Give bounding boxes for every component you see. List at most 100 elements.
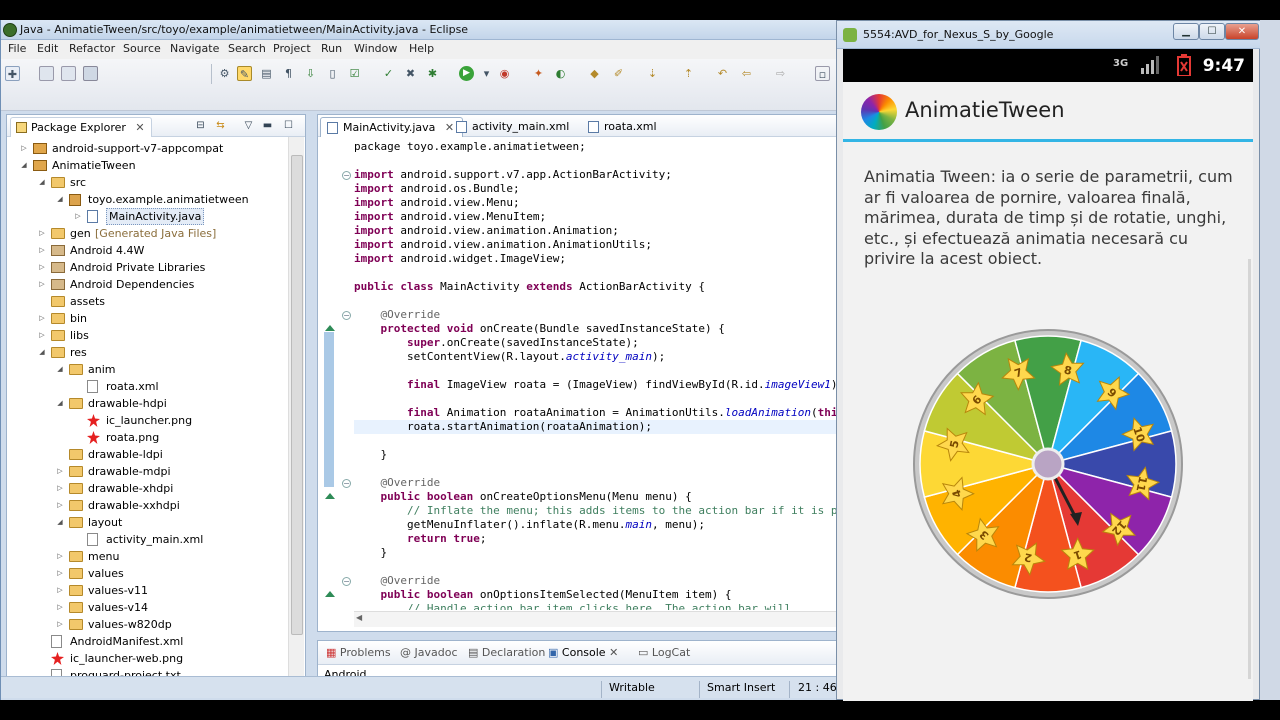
tab-activity-main-xml[interactable]: activity_main.xml xyxy=(450,117,577,137)
collapsed-twisty-icon[interactable]: ▷ xyxy=(37,310,47,327)
menu-project[interactable]: Project xyxy=(273,42,311,55)
expanded-twisty-icon[interactable]: ◢ xyxy=(37,344,47,361)
tree-item[interactable]: ◢ drawable-hdpi xyxy=(7,395,287,412)
save-icon[interactable] xyxy=(39,66,54,81)
menu-edit[interactable]: Edit xyxy=(37,42,58,55)
close-icon[interactable]: ✕ xyxy=(135,121,144,134)
package-explorer-tab[interactable]: Package Explorer ✕ xyxy=(10,117,152,137)
tree-item[interactable]: ◢ res xyxy=(7,344,287,361)
save-all-icon[interactable] xyxy=(61,66,76,81)
menu-source[interactable]: Source xyxy=(123,42,161,55)
eclipse-title-bar[interactable]: Java - AnimatieTween/src/toyo/example/an… xyxy=(1,20,841,40)
tree-item[interactable]: ◢ AnimatieTween xyxy=(7,157,287,174)
tree-item[interactable]: ▷ Android Private Libraries xyxy=(7,259,287,276)
collapsed-twisty-icon[interactable]: ▷ xyxy=(55,582,65,599)
tree-item[interactable]: ▷ menu xyxy=(7,548,287,565)
expanded-twisty-icon[interactable]: ◢ xyxy=(55,514,65,531)
run-icon[interactable]: ▶ xyxy=(459,66,474,81)
maximize-button[interactable]: ☐ xyxy=(1199,23,1225,40)
close-icon[interactable]: ✕ xyxy=(609,646,618,659)
expanded-twisty-icon[interactable]: ◢ xyxy=(55,395,65,412)
tree-item[interactable]: ▷ Android Dependencies xyxy=(7,276,287,293)
collapsed-twisty-icon[interactable]: ▷ xyxy=(37,242,47,259)
collapsed-twisty-icon[interactable]: ▷ xyxy=(37,259,47,276)
status-insert-mode[interactable]: Smart Insert xyxy=(707,681,775,694)
menu-file[interactable]: File xyxy=(8,42,26,55)
lint-icon[interactable]: ✓ xyxy=(381,66,396,81)
tree-item[interactable]: assets xyxy=(7,293,287,310)
tree-item[interactable]: roata.xml xyxy=(7,378,287,395)
close-button[interactable]: ✕ xyxy=(1225,23,1259,40)
print-icon[interactable] xyxy=(83,66,98,81)
new-java-project-icon[interactable]: ✦ xyxy=(531,66,546,81)
back-icon[interactable]: ⇦ xyxy=(739,66,754,81)
minimize-button[interactable]: ▁ xyxy=(1173,23,1199,40)
tab-javadoc[interactable]: @ Javadoc xyxy=(400,646,458,659)
fold-icon[interactable]: − xyxy=(342,479,351,488)
tree-item[interactable]: ▷ Android 4.4W xyxy=(7,242,287,259)
show-whitespace-icon[interactable]: ▤ xyxy=(259,66,274,81)
tab-logcat[interactable]: ▭ LogCat xyxy=(638,646,690,659)
roata-wheel-image[interactable]: 1234567 89101112 xyxy=(913,329,1183,599)
collapsed-twisty-icon[interactable]: ▷ xyxy=(55,565,65,582)
next-annotation-icon[interactable]: ⇩ xyxy=(303,66,318,81)
android-sdk-icon[interactable]: ⚙ xyxy=(217,66,232,81)
fold-icon[interactable]: − xyxy=(342,311,351,320)
view-menu-icon[interactable]: ▽ xyxy=(242,119,255,132)
wrench-icon[interactable]: ✖ xyxy=(403,66,418,81)
tab-mainactivity-java[interactable]: MainActivity.java ✕ xyxy=(320,117,464,137)
debug-icon[interactable]: ✱ xyxy=(425,66,440,81)
package-explorer-scrollbar[interactable] xyxy=(288,137,304,696)
tree-item[interactable]: ic_launcher-web.png xyxy=(7,650,287,667)
tree-item[interactable]: ic_launcher.png xyxy=(7,412,287,429)
tree-item[interactable]: ▷ libs xyxy=(7,327,287,344)
tree-item[interactable]: ◢ toyo.example.animatietween xyxy=(7,191,287,208)
emulator-title-bar[interactable]: 5554:AVD_for_Nexus_S_by_Google ▁ ☐ ✕ xyxy=(837,21,1261,49)
collapsed-twisty-icon[interactable]: ▷ xyxy=(55,497,65,514)
tree-item[interactable]: ▷ gen [Generated Java Files] xyxy=(7,225,287,242)
menu-window[interactable]: Window xyxy=(354,42,397,55)
editor-horizontal-scrollbar[interactable]: ◀ xyxy=(354,611,842,627)
minimize-icon[interactable]: ▬ xyxy=(261,119,274,132)
run-dropdown-icon[interactable]: ▾ xyxy=(479,66,494,81)
expanded-twisty-icon[interactable]: ◢ xyxy=(55,191,65,208)
collapsed-twisty-icon[interactable]: ▷ xyxy=(37,276,47,293)
tree-item[interactable]: ▷ values-w820dp xyxy=(7,616,287,633)
search-icon[interactable]: ✐ xyxy=(611,66,626,81)
scrollbar-thumb[interactable] xyxy=(291,155,303,635)
forward-icon[interactable]: ⇨ xyxy=(773,66,788,81)
collapse-all-icon[interactable]: ⊟ xyxy=(194,119,207,132)
tree-item[interactable]: ▷ drawable-xhdpi xyxy=(7,480,287,497)
tree-item[interactable]: ▷ drawable-mdpi xyxy=(7,463,287,480)
collapsed-twisty-icon[interactable]: ▷ xyxy=(55,548,65,565)
collapsed-twisty-icon[interactable]: ▷ xyxy=(37,225,47,242)
toggle-mark-icon[interactable]: ✎ xyxy=(237,66,252,81)
tree-item[interactable]: ▷ bin xyxy=(7,310,287,327)
tree-item[interactable]: ▷ drawable-xxhdpi xyxy=(7,497,287,514)
collapsed-twisty-icon[interactable]: ▷ xyxy=(55,463,65,480)
tree-item[interactable]: ▷ android-support-v7-appcompat xyxy=(7,140,287,157)
menu-search[interactable]: Search xyxy=(228,42,266,55)
tab-console[interactable]: ▣ Console ✕ xyxy=(548,646,618,659)
next-edit-icon[interactable]: ⇣ xyxy=(645,66,660,81)
tab-problems[interactable]: ▦ Problems xyxy=(326,646,391,659)
tree-item[interactable]: drawable-ldpi xyxy=(7,446,287,463)
check-icon[interactable]: ☑ xyxy=(347,66,362,81)
code-area[interactable]: package toyo.example.animatietween; impor… xyxy=(354,137,842,610)
new-class-icon[interactable]: ◐ xyxy=(553,66,568,81)
open-perspective-icon[interactable]: ▫ xyxy=(815,66,830,81)
external-tools-icon[interactable]: ◉ xyxy=(497,66,512,81)
menu-help[interactable]: Help xyxy=(409,42,434,55)
tree-item[interactable]: ▷ values-v14 xyxy=(7,599,287,616)
expanded-twisty-icon[interactable]: ◢ xyxy=(55,361,65,378)
avd-manager-icon[interactable]: ▯ xyxy=(325,66,340,81)
expanded-twisty-icon[interactable]: ◢ xyxy=(19,157,29,174)
menu-navigate[interactable]: Navigate xyxy=(170,42,219,55)
menu-run[interactable]: Run xyxy=(321,42,342,55)
collapsed-twisty-icon[interactable]: ▷ xyxy=(19,140,29,157)
collapsed-twisty-icon[interactable]: ▷ xyxy=(73,208,83,225)
new-icon[interactable]: ✚ xyxy=(5,66,20,81)
fold-icon[interactable]: − xyxy=(342,577,351,586)
link-with-editor-icon[interactable]: ⇆ xyxy=(214,119,227,132)
tree-item[interactable]: ▷ values-v11 xyxy=(7,582,287,599)
